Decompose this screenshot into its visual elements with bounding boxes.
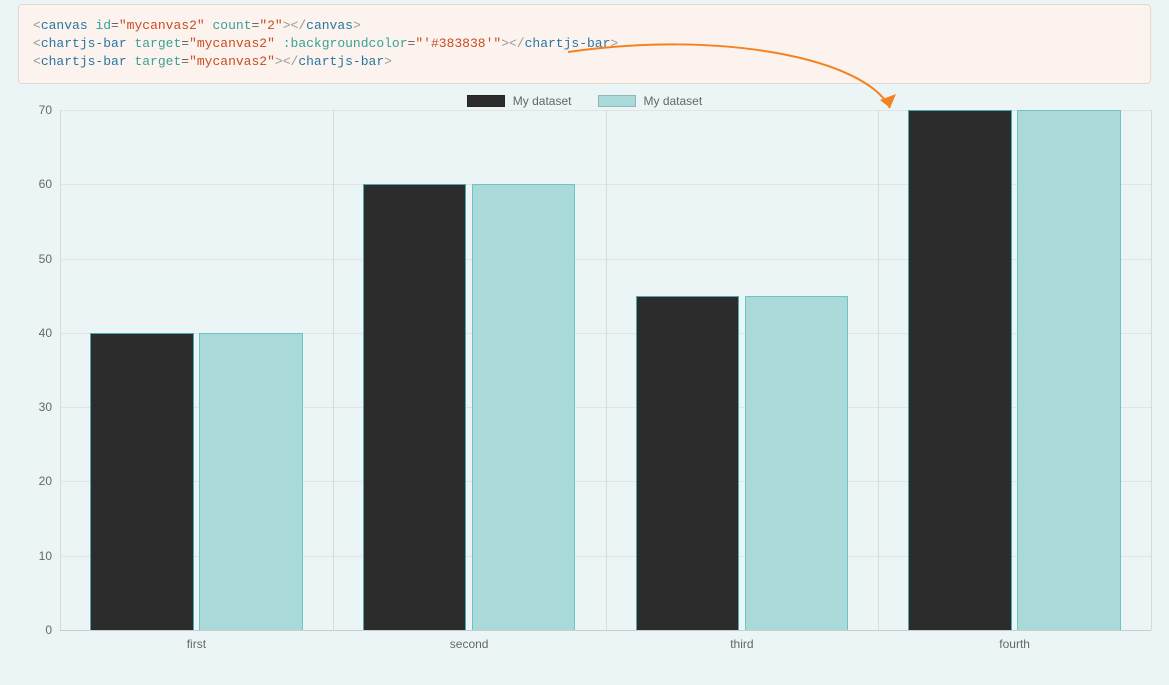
x-tick-label: fourth xyxy=(878,631,1151,651)
chart-legend: My dataset My dataset xyxy=(18,94,1151,108)
gridline-v xyxy=(606,110,607,630)
code-tag: canvas xyxy=(306,18,353,33)
y-tick-label: 70 xyxy=(39,103,52,117)
chart-y-axis: 010203040506070 xyxy=(18,110,60,630)
code-tag: chartjs-bar xyxy=(298,54,384,69)
code-val: "mycanvas2" xyxy=(189,54,275,69)
x-tick-label: second xyxy=(333,631,606,651)
x-tick-label: first xyxy=(60,631,333,651)
chart-x-axis: firstsecondthirdfourth xyxy=(60,631,1151,651)
legend-label: My dataset xyxy=(513,94,572,108)
gridline-h xyxy=(60,630,1151,631)
y-tick-label: 50 xyxy=(39,252,52,266)
code-attr: target xyxy=(134,54,181,69)
chart-plot xyxy=(60,110,1151,631)
code-tag: chartjs-bar xyxy=(525,36,611,51)
gridline-v xyxy=(878,110,879,630)
code-tag: chartjs-bar xyxy=(41,36,127,51)
code-val: "mycanvas2" xyxy=(189,36,275,51)
bar xyxy=(745,296,849,630)
code-attr: count xyxy=(213,18,252,33)
y-tick-label: 10 xyxy=(39,549,52,563)
gridline-v xyxy=(1151,110,1152,630)
code-attr: id xyxy=(95,18,111,33)
y-tick-label: 0 xyxy=(45,623,52,637)
code-tag: chartjs-bar xyxy=(41,54,127,69)
gridline-v xyxy=(60,110,61,630)
chart: My dataset My dataset 0 10 20 30 40 50 60 70 fi… xyxy=(18,94,1151,651)
code-tag: canvas xyxy=(41,18,88,33)
legend-swatch xyxy=(467,95,505,107)
bar xyxy=(636,296,740,630)
legend-item: My dataset xyxy=(467,94,572,108)
y-tick-label: 60 xyxy=(39,177,52,191)
gridline-v xyxy=(333,110,334,630)
legend-label: My dataset xyxy=(644,94,703,108)
legend-item: My dataset xyxy=(598,94,703,108)
bar xyxy=(908,110,1012,630)
legend-swatch xyxy=(598,95,636,107)
y-tick-label: 20 xyxy=(39,474,52,488)
code-attr: target xyxy=(134,36,181,51)
bar xyxy=(1017,110,1121,630)
code-val: "'#383838'" xyxy=(415,36,501,51)
bar xyxy=(472,184,576,630)
bar xyxy=(363,184,467,630)
code-val: "mycanvas2" xyxy=(119,18,205,33)
y-tick-label: 40 xyxy=(39,326,52,340)
code-block: <canvas id="mycanvas2" count="2"></canva… xyxy=(18,4,1151,84)
code-attr: :backgroundcolor xyxy=(283,36,408,51)
y-tick-label: 30 xyxy=(39,400,52,414)
bar xyxy=(90,333,194,630)
code-val: "2" xyxy=(259,18,282,33)
bar xyxy=(199,333,303,630)
x-tick-label: third xyxy=(606,631,879,651)
